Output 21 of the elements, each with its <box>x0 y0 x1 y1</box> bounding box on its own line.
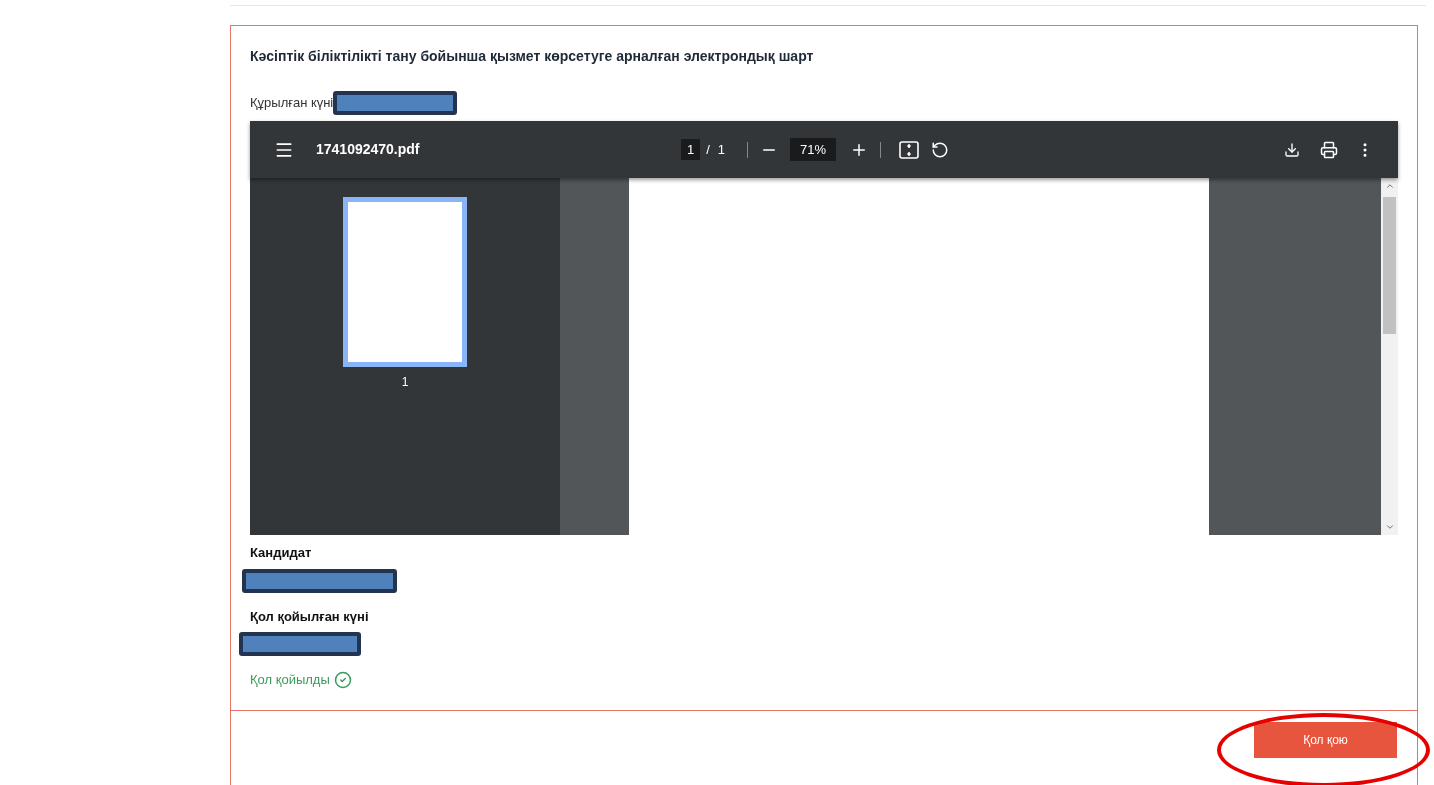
document-title: Кәсіптік біліктілікті тану бойынша қызмет көрсетуге арналған электрондық шарт <box>250 47 815 66</box>
thumbnail-label: 1 <box>401 374 409 391</box>
print-icon[interactable] <box>1320 140 1338 159</box>
page-separator: / <box>706 140 710 159</box>
signed-status: Қол қойылды <box>250 671 330 689</box>
created-date-label: Құрылған күні <box>250 94 334 113</box>
page-total: 1 <box>717 140 726 159</box>
sign-button[interactable]: Қол қою <box>1254 721 1397 758</box>
signed-date-label: Қол қойылған күні <box>250 607 370 626</box>
rotate-icon[interactable] <box>931 140 950 159</box>
pdf-filename: 1741092470.pdf <box>316 140 421 159</box>
scroll-thumb[interactable] <box>1383 197 1396 334</box>
scroll-down-icon[interactable] <box>1384 522 1395 532</box>
zoom-level-field[interactable]: 71% <box>790 137 837 162</box>
page-number-field[interactable]: 1 <box>681 138 701 161</box>
scrollbar[interactable] <box>1381 178 1398 535</box>
scroll-up-icon[interactable] <box>1384 181 1395 191</box>
candidate-label: Кандидат <box>250 544 313 562</box>
download-icon[interactable] <box>1284 141 1300 158</box>
fit-page-icon[interactable] <box>899 140 920 159</box>
page-thumbnail[interactable] <box>343 197 467 367</box>
